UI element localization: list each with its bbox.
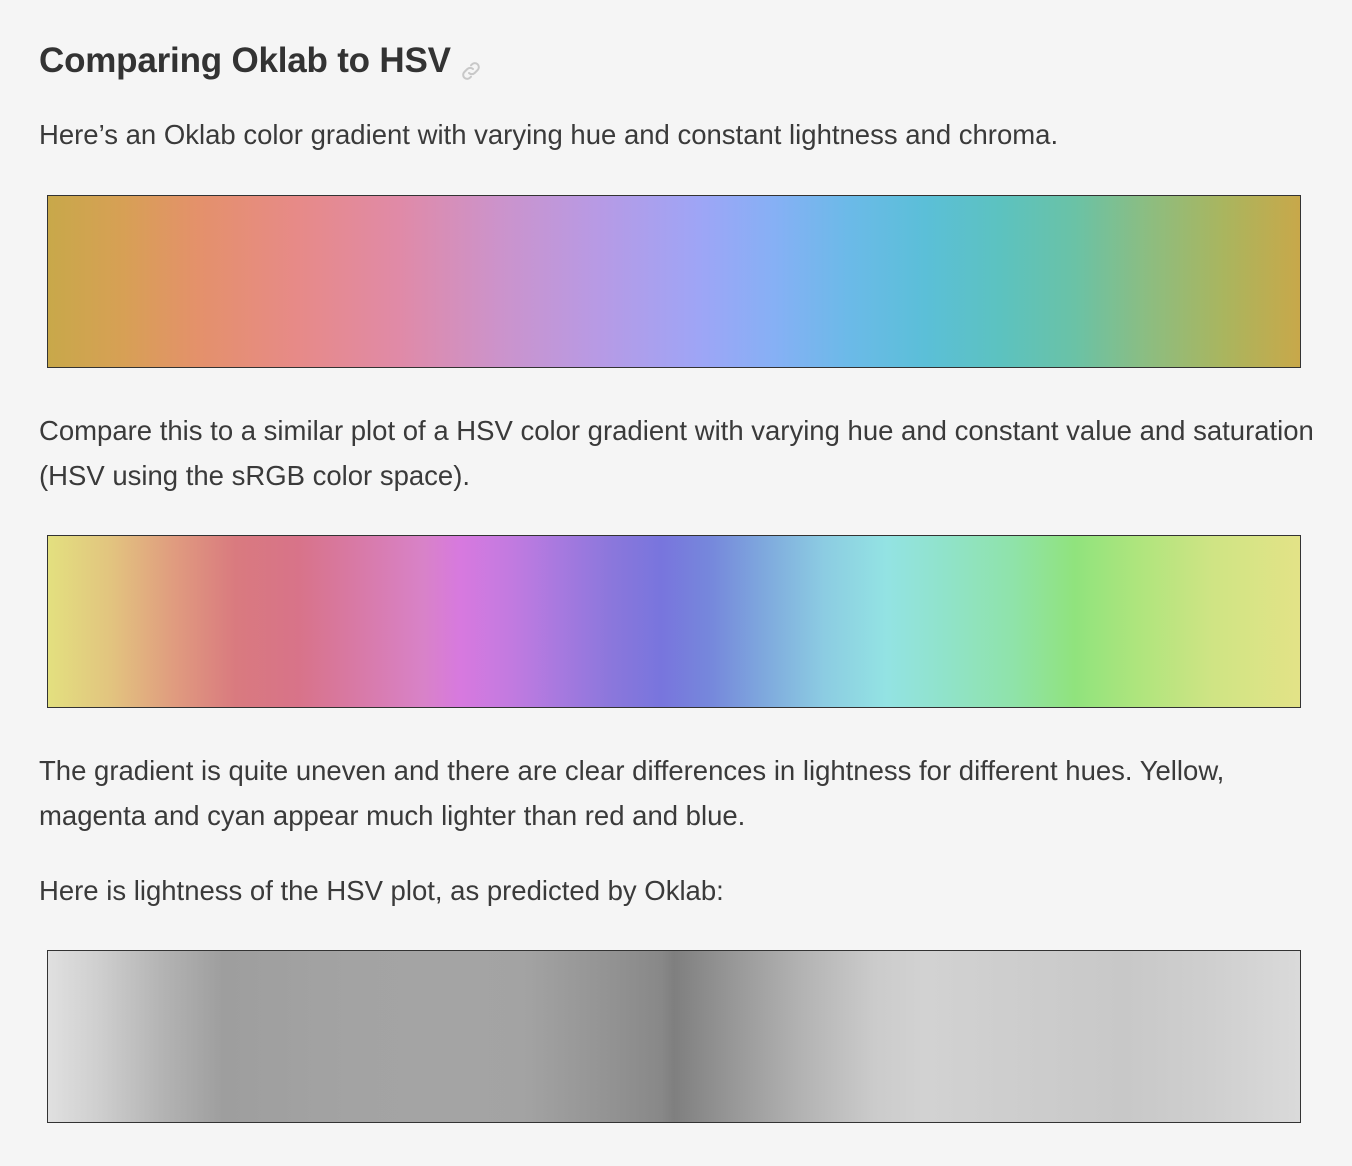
oklab-hue-gradient	[47, 195, 1301, 368]
hsv-compare-paragraph: Compare this to a similar plot of a HSV …	[39, 415, 1314, 491]
lightness-intro-paragraph: Here is lightness of the HSV plot, as pr…	[39, 875, 724, 906]
oklab-intro-paragraph: Here’s an Oklab color gradient with vary…	[39, 119, 1059, 150]
hsv-hue-gradient	[47, 535, 1301, 708]
section-title: Comparing Oklab to HSV	[39, 41, 451, 80]
hsv-lightness-gradient	[47, 950, 1301, 1123]
section-heading: Comparing Oklab to HSV	[39, 38, 483, 84]
uneven-gradient-paragraph: The gradient is quite uneven and there a…	[39, 755, 1225, 831]
link-icon[interactable]	[459, 49, 483, 80]
